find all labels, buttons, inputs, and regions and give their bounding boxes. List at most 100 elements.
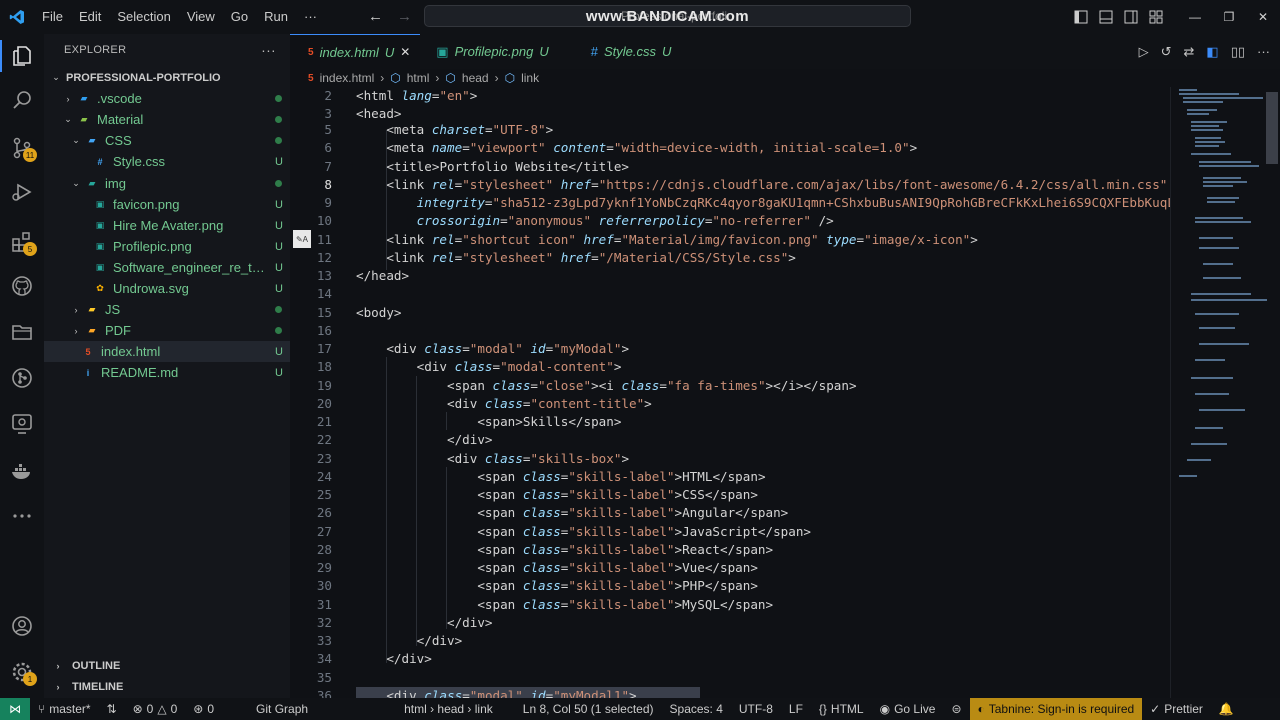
code-line[interactable]: 29 <span class="skills-label">Vue</span>	[290, 559, 1170, 577]
more-actions-icon[interactable]: ···	[1257, 44, 1270, 59]
code-line[interactable]: 32 </div>	[290, 614, 1170, 632]
branch-indicator[interactable]: ⑂ master*	[30, 702, 99, 716]
tree-item-css[interactable]: ⌄ ▰ CSS	[44, 130, 290, 151]
code-line[interactable]: 28 <span class="skills-label">React</spa…	[290, 541, 1170, 559]
prettier-status[interactable]: ✓ Prettier	[1142, 702, 1211, 716]
code-line[interactable]: 2 <html lang="en">	[290, 87, 1170, 105]
code-line[interactable]: 14	[290, 285, 1170, 303]
indentation[interactable]: Spaces: 4	[662, 702, 731, 716]
code-line[interactable]: 27 <span class="skills-label">JavaScript…	[290, 523, 1170, 541]
tabnine-status[interactable]: ◐ Tabnine: Sign-in is required	[969, 698, 1143, 720]
extensions-icon[interactable]: 5	[0, 220, 44, 264]
breadcrumb-head[interactable]: head	[462, 71, 489, 85]
code-editor[interactable]: ✎A 2 <html lang="en"> 3 <head> 5 <meta chars…	[290, 87, 1170, 698]
search-icon[interactable]	[0, 78, 44, 122]
timeline-history-icon[interactable]: ↺	[1161, 44, 1172, 60]
tree-item-software-engineer[interactable]: ▣ Software_engineer_re_tnj... U	[44, 257, 290, 278]
code-line[interactable]: 26 <span class="skills-label">Angular</s…	[290, 504, 1170, 522]
tab-style-css[interactable]: # Style.css U	[559, 34, 682, 69]
ports-indicator[interactable]: ⊛ 0	[185, 702, 222, 716]
tree-item-material[interactable]: ⌄ ▰ Material	[44, 109, 290, 130]
tree-item-vscode[interactable]: › ▰ .vscode	[44, 88, 290, 109]
problems-indicator[interactable]: ⊗ 0 △ 0	[125, 702, 186, 716]
settings-gear-icon[interactable]: 1	[0, 650, 44, 694]
copilot-icon[interactable]: ⊜	[943, 702, 969, 716]
tree-item-undrowa[interactable]: ✿ Undrowa.svg U	[44, 278, 290, 299]
tree-item-img[interactable]: ⌄ ▰ img	[44, 173, 290, 194]
code-line[interactable]: 13 </head>	[290, 267, 1170, 285]
minimap[interactable]	[1170, 87, 1280, 698]
editor-scrollbar[interactable]	[1266, 92, 1278, 164]
code-line[interactable]: 25 <span class="skills-label">CSS</span>	[290, 486, 1170, 504]
code-line[interactable]: 3 <head>	[290, 105, 1170, 123]
code-line[interactable]: 21 <span>Skills</span>	[290, 413, 1170, 431]
close-tab-icon[interactable]: ✕	[400, 45, 410, 59]
explorer-more-icon[interactable]: ···	[261, 42, 276, 58]
compare-changes-icon[interactable]: ⇄	[1183, 44, 1194, 60]
explorer-icon[interactable]	[0, 34, 44, 78]
breadcrumb-html[interactable]: html	[407, 71, 430, 85]
folder-icon[interactable]	[0, 310, 44, 354]
tree-item-profilepic[interactable]: ▣ Profilepic.png U	[44, 236, 290, 257]
sync-icon[interactable]: ⇅	[99, 702, 125, 716]
menu-more[interactable]: ···	[296, 0, 325, 34]
code-line[interactable]: 8 <link rel="stylesheet" href="https://c…	[290, 176, 1170, 194]
menu-run[interactable]: Run	[256, 0, 296, 34]
git-graph-icon[interactable]	[0, 356, 44, 400]
code-line[interactable]: 35	[290, 669, 1170, 687]
code-line[interactable]: 33 </div>	[290, 632, 1170, 650]
language-mode[interactable]: {} HTML	[811, 702, 872, 716]
code-line[interactable]: 20 <div class="content-title">	[290, 395, 1170, 413]
code-line[interactable]: 36 <div class="modal" id="myModal1">	[290, 687, 1170, 698]
split-editor-icon[interactable]: ▯▯	[1231, 44, 1245, 60]
menu-view[interactable]: View	[179, 0, 223, 34]
encoding[interactable]: UTF-8	[731, 702, 781, 716]
menu-go[interactable]: Go	[223, 0, 256, 34]
customize-layout-icon[interactable]	[1143, 0, 1168, 34]
run-icon[interactable]: ▷	[1139, 44, 1149, 60]
breadcrumb-link[interactable]: link	[521, 71, 539, 85]
tree-item-pdf[interactable]: › ▰ PDF	[44, 320, 290, 341]
timeline-section[interactable]: › TIMELINE	[44, 676, 290, 697]
github-icon[interactable]	[0, 264, 44, 308]
cursor-position[interactable]: Ln 8, Col 50 (1 selected)	[515, 702, 662, 716]
code-line[interactable]: 30 <span class="skills-label">PHP</span>	[290, 577, 1170, 595]
go-live-button[interactable]: ◉ Go Live	[872, 702, 944, 716]
end-of-line[interactable]: LF	[781, 702, 811, 716]
more-views-icon[interactable]	[0, 494, 44, 538]
source-control-icon[interactable]: 11	[0, 126, 44, 170]
forward-arrow-icon[interactable]: →	[397, 8, 412, 25]
tab-profilepic[interactable]: ▣ Profilepic.png U	[420, 34, 558, 69]
open-preview-icon[interactable]: ◧	[1206, 44, 1218, 60]
code-line[interactable]: 19 <span class="close"><i class="fa fa-t…	[290, 377, 1170, 395]
run-debug-icon[interactable]	[0, 170, 44, 214]
tree-item-readme[interactable]: i README.md U	[44, 362, 290, 383]
remote-indicator-icon[interactable]: ⋈	[0, 698, 30, 720]
maximize-button[interactable]: ❐	[1212, 0, 1246, 34]
git-graph-status[interactable]: Git Graph	[248, 702, 316, 716]
toggle-sidebar-icon[interactable]	[1068, 0, 1093, 34]
code-line[interactable]: 7 <title>Portfolio Website</title>	[290, 158, 1170, 176]
tab-index-html[interactable]: 5 index.html U ✕	[290, 34, 421, 69]
tree-item-hire-me[interactable]: ▣ Hire Me Avater.png U	[44, 215, 290, 236]
minimize-button[interactable]: —	[1178, 0, 1212, 34]
back-arrow-icon[interactable]: ←	[368, 8, 383, 25]
menu-file[interactable]: File	[34, 0, 71, 34]
code-line[interactable]: 24 <span class="skills-label">HTML</span…	[290, 468, 1170, 486]
code-line[interactable]: 6 <meta name="viewport" content="width=d…	[290, 139, 1170, 157]
code-line[interactable]: 22 </div>	[290, 431, 1170, 449]
code-line[interactable]: 17 <div class="modal" id="myModal">	[290, 340, 1170, 358]
tree-item-index-html[interactable]: 5 index.html U	[44, 341, 290, 362]
tree-item-js[interactable]: › ▰ JS	[44, 299, 290, 320]
code-line[interactable]: 23 <div class="skills-box">	[290, 450, 1170, 468]
close-window-button[interactable]: ✕	[1246, 0, 1280, 34]
code-line[interactable]: 34 </div>	[290, 650, 1170, 668]
code-line[interactable]: 5 <meta charset="UTF-8">	[290, 121, 1170, 139]
accounts-icon[interactable]	[0, 604, 44, 648]
code-line[interactable]: 15 <body>	[290, 304, 1170, 322]
code-line[interactable]: 9 integrity="sha512-z3gLpd7yknf1YoNbCzqR…	[290, 194, 1170, 212]
code-line[interactable]: 18 <div class="modal-content">	[290, 358, 1170, 376]
docker-icon[interactable]	[0, 450, 44, 494]
code-line[interactable]: 16	[290, 322, 1170, 340]
outline-section[interactable]: › OUTLINE	[44, 655, 290, 676]
